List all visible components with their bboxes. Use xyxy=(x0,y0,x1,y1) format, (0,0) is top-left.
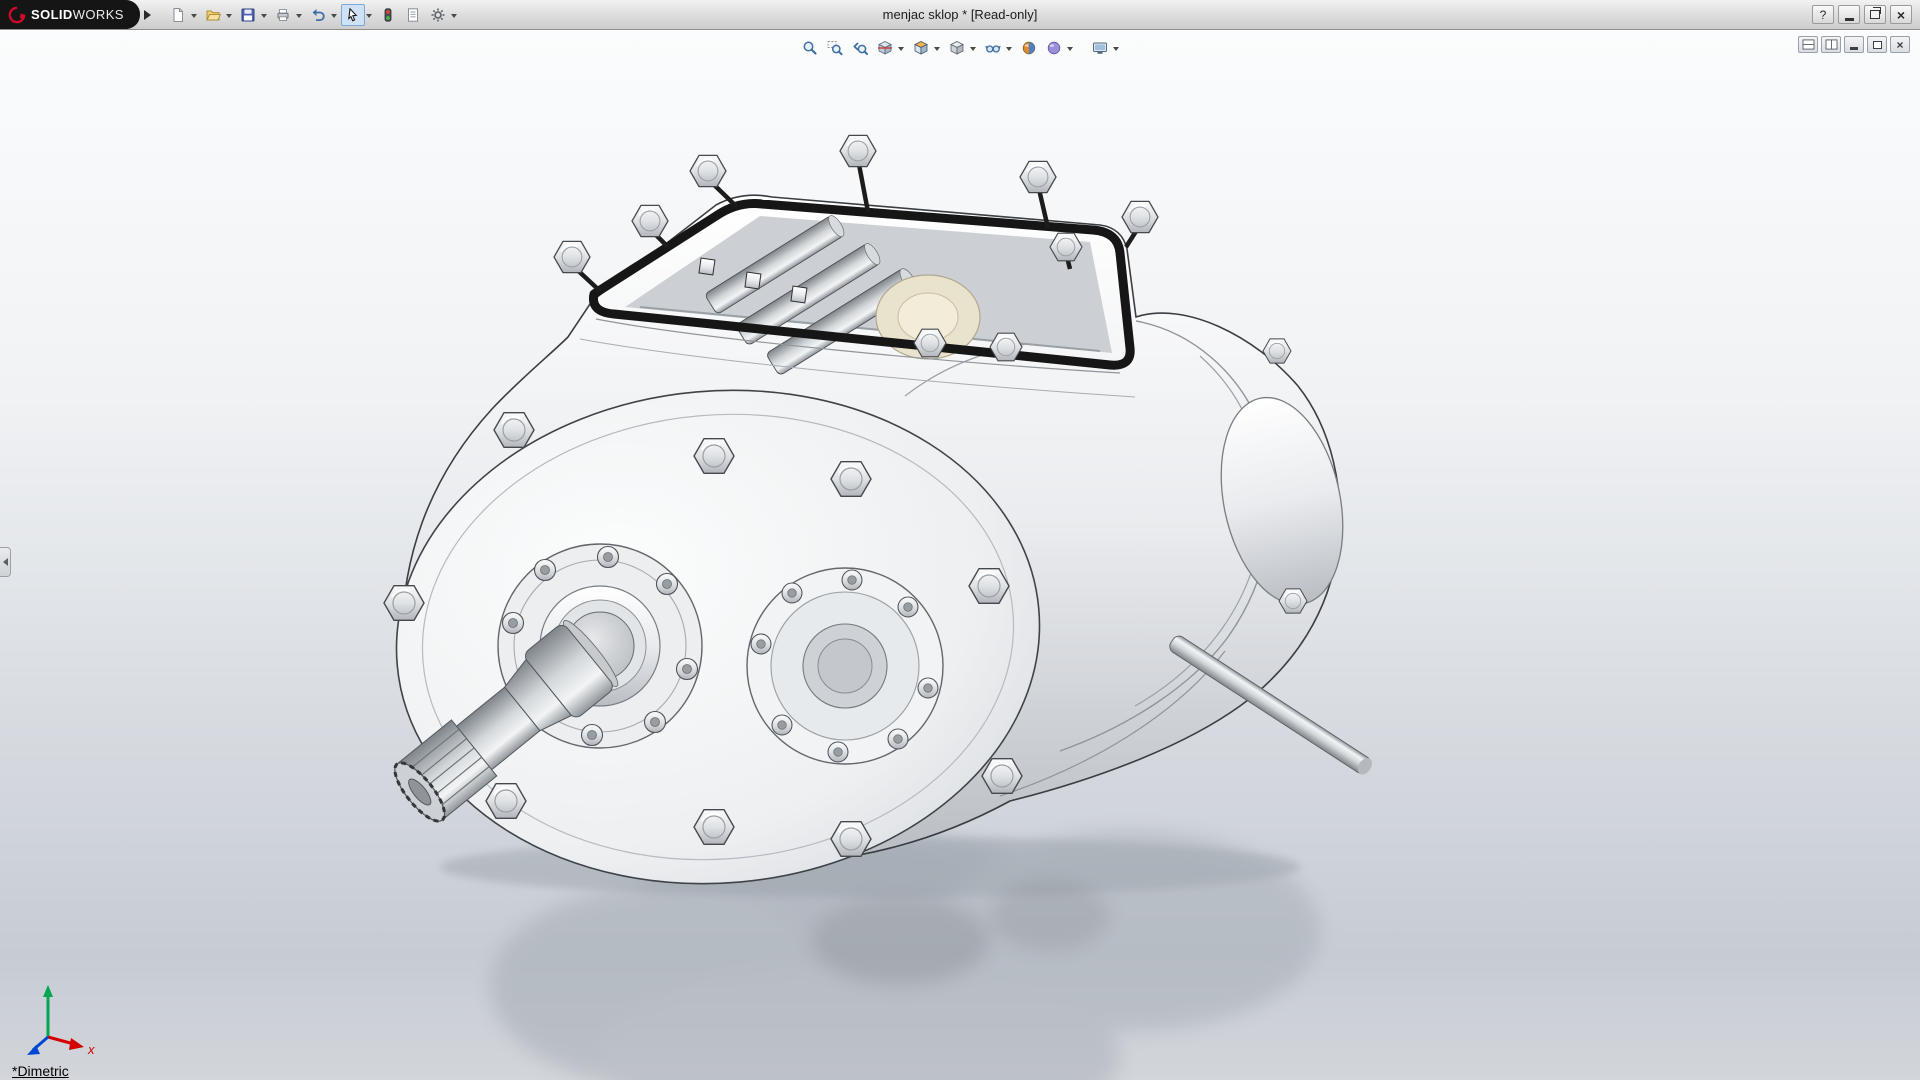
solidworks-logo-text: SOLIDWORKS xyxy=(31,7,124,22)
titlebar: SOLIDWORKS menjac sklop * [Read-only] ? … xyxy=(0,0,1920,30)
zoom-to-area-icon xyxy=(827,41,843,56)
zoom-to-area-button[interactable] xyxy=(823,37,846,59)
orientation-triad[interactable]: x xyxy=(27,985,95,1057)
dropdown-caret[interactable] xyxy=(260,13,267,21)
print-icon xyxy=(277,8,289,21)
triad-x-label: x xyxy=(87,1042,95,1057)
previous-view-icon xyxy=(852,42,868,55)
logo-text-bold: SOLID xyxy=(31,7,73,22)
pane-icon-2-button[interactable] xyxy=(1821,36,1841,53)
doc-restore-icon xyxy=(1872,40,1882,49)
close-button[interactable]: × xyxy=(1890,5,1912,24)
apply-scene-button[interactable] xyxy=(1042,37,1065,59)
view-settings-icon xyxy=(1092,42,1107,54)
minimize-icon xyxy=(1844,17,1854,21)
display-style-cube-icon xyxy=(949,41,964,55)
gearbox-model-canvas[interactable]: x xyxy=(0,30,1920,1080)
featuremanager-collapsed-tab[interactable] xyxy=(0,547,11,577)
view-settings-button[interactable] xyxy=(1088,37,1111,59)
save-button[interactable] xyxy=(236,4,260,26)
doc-minimize-button[interactable] xyxy=(1844,36,1864,53)
doc-minimize-icon xyxy=(1850,47,1858,50)
select-button[interactable] xyxy=(340,3,365,26)
shifter-post xyxy=(744,271,762,290)
pane-split-horizontal-icon xyxy=(1802,39,1814,50)
menu-expand-arrow-icon[interactable] xyxy=(143,9,156,20)
dropdown-caret[interactable] xyxy=(295,13,302,21)
pane-icon-1-button[interactable] xyxy=(1798,36,1818,53)
edit-appearance-button[interactable] xyxy=(1017,37,1040,59)
dropdown-caret[interactable] xyxy=(1113,47,1119,54)
shifter-post xyxy=(698,257,716,276)
hide-show-glasses-icon xyxy=(984,45,1001,53)
window-controls: ? × xyxy=(1812,0,1912,29)
output-bearing-hub[interactable] xyxy=(746,567,944,765)
dropdown-caret[interactable] xyxy=(970,47,976,54)
view-orientation-label: *Dimetric xyxy=(12,1063,69,1079)
file-properties-button[interactable] xyxy=(401,4,425,26)
gearbox-model[interactable] xyxy=(376,134,1375,1080)
options-gear-icon xyxy=(431,8,445,21)
edit-appearance-ball-icon xyxy=(1022,41,1035,55)
dropdown-caret[interactable] xyxy=(1067,47,1073,54)
pane-split-vertical-icon xyxy=(1825,39,1837,50)
new-document-icon xyxy=(173,7,183,22)
triad-x-arrow xyxy=(69,1038,84,1050)
select-cursor-icon xyxy=(347,7,358,21)
doc-restore-button[interactable] xyxy=(1867,36,1887,53)
close-icon: × xyxy=(1896,6,1906,23)
zoom-to-fit-icon xyxy=(803,41,817,55)
dropdown-caret[interactable] xyxy=(450,13,457,21)
hide-show-items-button[interactable] xyxy=(981,37,1004,59)
logo-text-light: WORKS xyxy=(72,7,124,22)
doc-close-icon: × xyxy=(1896,37,1904,52)
view-orientation-button[interactable] xyxy=(909,37,932,59)
graphics-area[interactable]: x × *Dimetric xyxy=(0,30,1920,1080)
dropdown-caret[interactable] xyxy=(1006,47,1012,54)
restore-button[interactable] xyxy=(1864,5,1886,24)
rebuild-button[interactable] xyxy=(376,4,400,26)
headsup-view-toolbar xyxy=(798,37,1122,59)
solidworks-logo: SOLIDWORKS xyxy=(0,0,140,29)
new-button[interactable] xyxy=(166,4,190,26)
undo-button[interactable] xyxy=(306,4,330,26)
ds-logo-icon xyxy=(8,6,26,23)
section-view-icon xyxy=(877,41,892,55)
titlebar-toolbar xyxy=(166,3,460,26)
save-floppy-icon xyxy=(241,8,255,21)
file-properties-icon xyxy=(407,7,418,22)
rebuild-traffic-light-icon xyxy=(384,7,392,22)
section-view-button[interactable] xyxy=(873,37,896,59)
dropdown-caret[interactable] xyxy=(365,13,372,21)
zoom-to-fit-button[interactable] xyxy=(798,37,821,59)
options-button[interactable] xyxy=(426,4,450,26)
undo-arrow-icon xyxy=(312,8,325,21)
previous-view-button[interactable] xyxy=(848,37,871,59)
restore-icon xyxy=(1870,7,1881,19)
solidworks-window: { "app": { "logo_mark": "DS", "logo_text… xyxy=(0,0,1920,1080)
help-button[interactable]: ? xyxy=(1812,5,1834,24)
open-button[interactable] xyxy=(201,4,225,26)
doc-close-button[interactable]: × xyxy=(1890,36,1910,53)
dropdown-caret[interactable] xyxy=(190,13,197,21)
dropdown-caret[interactable] xyxy=(330,13,337,21)
view-orientation-cube-icon xyxy=(913,41,928,55)
triad-y-arrow xyxy=(43,985,53,997)
dropdown-caret[interactable] xyxy=(225,13,232,21)
document-window-controls: × xyxy=(1798,36,1910,53)
shifter-post xyxy=(790,285,808,304)
display-style-button[interactable] xyxy=(945,37,968,59)
minimize-button[interactable] xyxy=(1838,5,1860,24)
open-folder-icon xyxy=(206,10,221,20)
expand-panel-arrow-icon xyxy=(0,558,8,566)
dropdown-caret[interactable] xyxy=(898,47,904,54)
apply-scene-sphere-icon xyxy=(1047,41,1060,55)
print-button[interactable] xyxy=(271,4,295,26)
dropdown-caret[interactable] xyxy=(934,47,940,54)
